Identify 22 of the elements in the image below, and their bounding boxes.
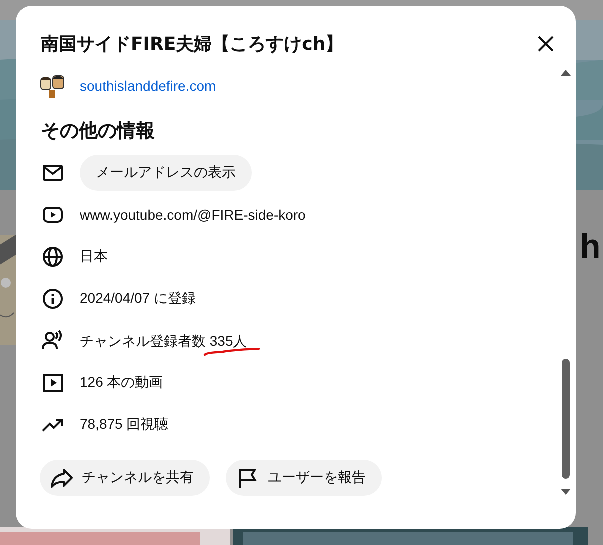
play-icon — [41, 371, 65, 395]
join-date: 2024/04/07 に登録 — [80, 290, 196, 308]
share-button[interactable]: チャンネルを共有 — [40, 460, 210, 496]
scrollbar-thumb[interactable] — [562, 359, 570, 479]
dialog-title: 南国サイドFIRE夫婦【ころすけch】 — [41, 33, 344, 56]
scroll-down-icon[interactable] — [561, 489, 571, 495]
couple-avatar-icon — [40, 74, 66, 98]
subscriber-count: チャンネル登録者数 335人 — [80, 333, 248, 349]
video-count: 126 本の動画 — [80, 374, 164, 392]
view-count: 78,875 回視聴 — [80, 416, 169, 434]
underline-mark — [203, 348, 261, 356]
website-link[interactable]: southislanddefire.com — [80, 78, 216, 94]
scroll-up-icon[interactable] — [561, 70, 571, 76]
report-button[interactable]: ユーザーを報告 — [226, 460, 382, 496]
info-icon — [41, 287, 65, 311]
share-icon — [50, 466, 74, 490]
show-email-button[interactable]: メールアドレスの表示 — [80, 155, 252, 191]
globe-icon — [41, 245, 65, 269]
section-title: その他の情報 — [41, 119, 156, 144]
channel-url: www.youtube.com/@FIRE-side-koro — [80, 207, 306, 223]
country-text: 日本 — [80, 248, 108, 266]
channel-heading: h — [580, 228, 601, 267]
